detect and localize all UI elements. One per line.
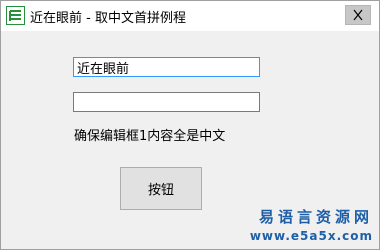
app-window: 近在眼前 - 取中文首拼例程 确保编辑框1内容全是中文 按钮 易语言资源网 ww… <box>0 0 380 250</box>
window-title: 近在眼前 - 取中文首拼例程 <box>30 11 186 26</box>
hint-label: 确保编辑框1内容全是中文 <box>74 129 226 144</box>
watermark-url: www.e5a5x.com <box>249 229 373 243</box>
app-icon <box>6 6 25 25</box>
action-button[interactable]: 按钮 <box>120 167 202 210</box>
watermark-title: 易语言资源网 <box>258 208 373 226</box>
edit-box-2[interactable] <box>73 92 260 112</box>
edit-box-1[interactable] <box>73 57 260 77</box>
title-bar[interactable]: 近在眼前 - 取中文首拼例程 <box>1 1 379 31</box>
close-button[interactable] <box>345 5 371 25</box>
watermark: 易语言资源网 www.e5a5x.com <box>250 206 373 243</box>
close-icon <box>353 9 363 21</box>
